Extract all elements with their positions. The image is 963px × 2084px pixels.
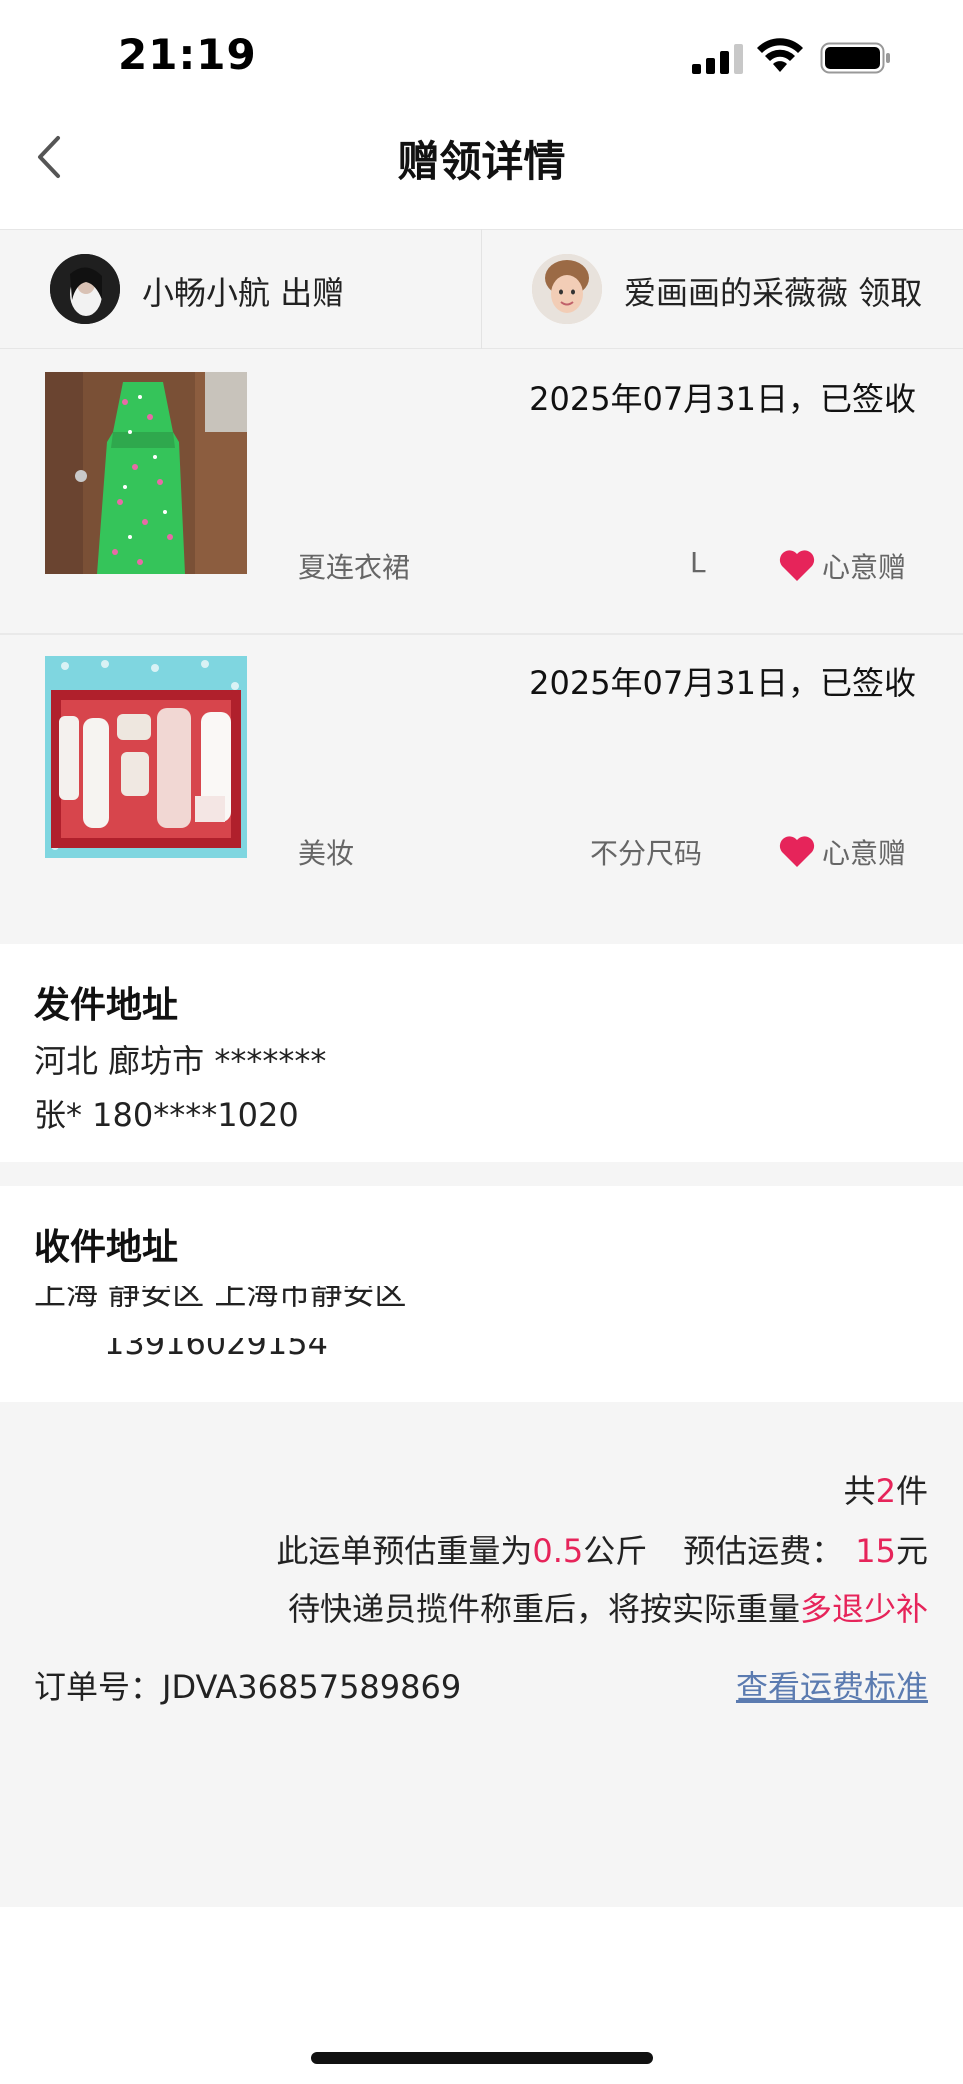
item-name: 美妆	[298, 837, 355, 870]
giver-action: 出赠	[280, 274, 345, 312]
home-indicator[interactable]	[311, 2052, 653, 2064]
receiver-line-2-clip: 13916029154	[34, 1338, 394, 1366]
item-thumbnail-dress[interactable]	[45, 372, 247, 574]
giver-avatar[interactable]	[50, 254, 120, 324]
sender-address-title: 发件地址	[34, 985, 179, 1026]
item-date-status: 2025年07月31日，已签收	[529, 380, 916, 418]
weight-unit: 公斤	[583, 1532, 648, 1570]
giver-label[interactable]: 小畅小航 出赠	[142, 268, 344, 314]
item-size: 不分尺码	[590, 837, 703, 870]
summary-panel	[0, 1402, 963, 1907]
weight-prefix: 此运单预估重量为	[276, 1532, 533, 1570]
receiver-region: 上海 静安区 上海市静安区	[34, 1286, 407, 1308]
note-highlight: 多退少补	[799, 1590, 928, 1628]
heart-icon	[779, 550, 815, 581]
wifi-icon	[757, 38, 803, 72]
note-prefix: 待快递员揽件称重后，将按实际重量	[287, 1590, 800, 1628]
item-size: L	[690, 546, 706, 579]
status-time: 21:19	[118, 30, 257, 79]
order-value: JDVA36857589869	[162, 1668, 462, 1706]
divider	[0, 633, 963, 635]
item-date-status: 2025年07月31日，已签收	[529, 664, 916, 702]
count-value: 2	[875, 1472, 896, 1510]
receiver-label[interactable]: 爱画画的采薇薇 领取	[624, 268, 922, 314]
sender-region: 河北 廊坊市 *******	[34, 1042, 327, 1080]
item-thumbnail-cosmetics[interactable]	[45, 656, 247, 858]
count-suffix: 件	[895, 1472, 928, 1510]
receiver-name: 爱画画的采薇薇	[624, 274, 849, 312]
receiver-address-title: 收件地址	[34, 1227, 179, 1268]
gift-type-label: 心意赠	[822, 551, 907, 584]
receiver-avatar[interactable]	[532, 254, 602, 324]
fee-standard-link[interactable]: 查看运费标准	[736, 1662, 928, 1708]
receiver-line-1-clip: 上海 静安区 上海市静安区	[34, 1286, 814, 1308]
fee-unit: 元	[895, 1532, 928, 1570]
order-number: 订单号：JDVA36857589869	[34, 1662, 461, 1708]
page-title: 赠领详情	[397, 137, 566, 186]
weight-value: 0.5	[532, 1532, 584, 1570]
section-gap	[0, 1162, 963, 1186]
gift-type-label: 心意赠	[822, 837, 907, 870]
item-name: 夏连衣裙	[298, 551, 411, 584]
fee-value: 15	[855, 1532, 896, 1570]
receiver-action: 领取	[858, 274, 923, 312]
count-prefix: 共	[843, 1472, 876, 1510]
giver-name: 小畅小航	[142, 274, 271, 312]
divider	[481, 229, 482, 349]
sender-contact: 张* 180****1020	[34, 1096, 299, 1134]
settlement-note: 待快递员揽件称重后，将按实际重量多退少补	[288, 1584, 928, 1630]
signal-icon	[692, 42, 746, 74]
weight-fee-line: 此运单预估重量为0.5公斤 预估运费： 15元	[276, 1526, 928, 1572]
battery-icon	[820, 42, 890, 74]
heart-icon	[779, 836, 815, 867]
receiver-contact: 13916029154	[104, 1338, 328, 1362]
order-label: 订单号：	[34, 1668, 163, 1706]
item-count: 共2件	[844, 1466, 928, 1512]
fee-label: 预估运费：	[683, 1532, 844, 1570]
